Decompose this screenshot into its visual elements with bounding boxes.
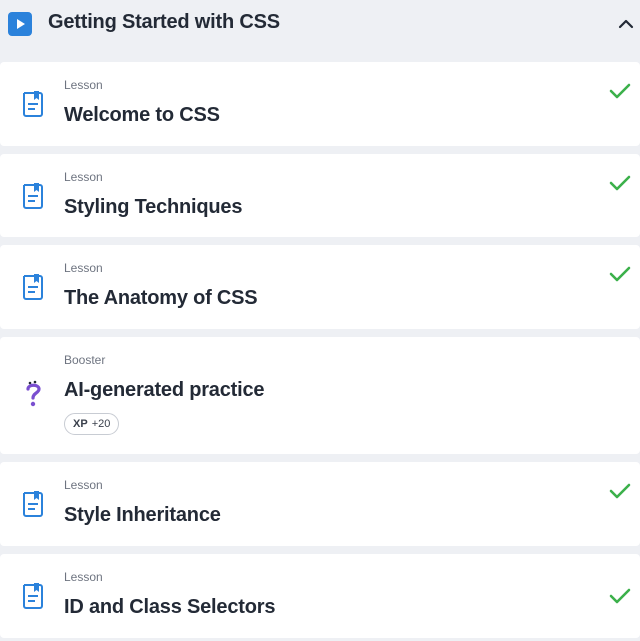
xp-value: +20 [91, 418, 111, 430]
lesson-icon [21, 490, 45, 518]
play-icon [8, 12, 32, 36]
item-title: Style Inheritance [64, 504, 221, 526]
lesson-item[interactable]: Lesson Style Inheritance [0, 462, 640, 546]
item-title: AI-generated practice [64, 379, 265, 401]
item-type: Lesson [64, 78, 103, 92]
module-title: Getting Started with CSS [48, 11, 280, 33]
chevron-up-icon[interactable] [616, 14, 636, 34]
item-title: ID and Class Selectors [64, 596, 276, 618]
lesson-icon [21, 582, 45, 610]
item-type: Lesson [64, 478, 103, 492]
item-type: Lesson [64, 170, 103, 184]
lesson-icon [21, 273, 45, 301]
lesson-icon [21, 182, 45, 210]
lesson-item[interactable]: Lesson Welcome to CSS [0, 62, 640, 146]
item-title: Welcome to CSS [64, 104, 220, 126]
xp-badge: XP +20 [64, 413, 120, 435]
lesson-item[interactable]: Lesson ID and Class Selectors [0, 554, 640, 638]
check-icon [608, 262, 632, 286]
item-type: Lesson [64, 570, 103, 584]
lesson-icon [21, 90, 45, 118]
item-title: The Anatomy of CSS [64, 287, 258, 309]
item-type: Lesson [64, 261, 103, 275]
lesson-item[interactable]: Lesson The Anatomy of CSS [0, 245, 640, 329]
check-icon [608, 479, 632, 503]
check-icon [608, 584, 632, 608]
module-header[interactable]: Getting Started with CSS [0, 0, 640, 52]
item-type: Booster [64, 353, 106, 367]
booster-item[interactable]: Booster AI-generated practice XP +20 [0, 337, 640, 454]
lesson-item[interactable]: Lesson Styling Techniques [0, 154, 640, 237]
xp-label: XP [73, 418, 88, 430]
check-icon [608, 79, 632, 103]
item-title: Styling Techniques [64, 196, 243, 218]
check-icon [608, 171, 632, 195]
question-mark-icon [22, 379, 44, 411]
